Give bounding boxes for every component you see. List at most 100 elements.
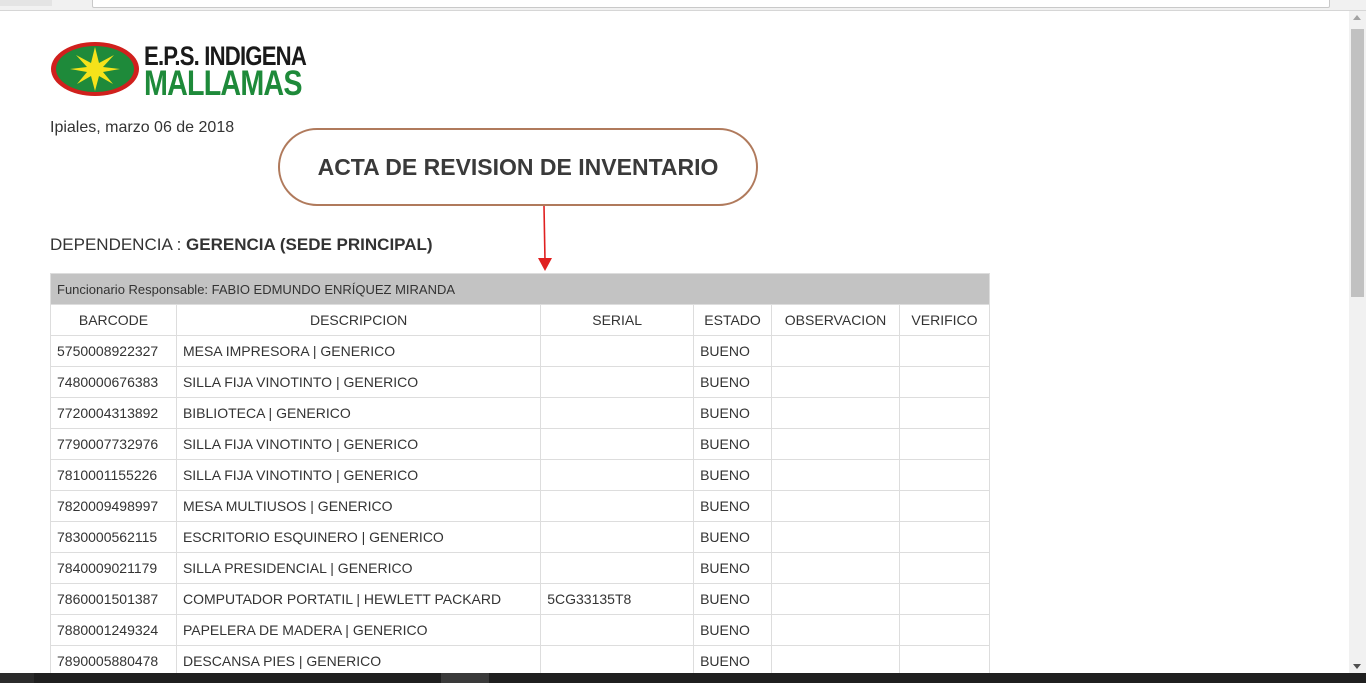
cell-serial	[540, 366, 695, 398]
cell-estado: BUENO	[693, 614, 773, 646]
cell-descripcion: SILLA FIJA VINOTINTO | GENERICO	[175, 428, 542, 460]
cell-estado: BUENO	[693, 335, 773, 367]
cell-serial	[540, 397, 695, 429]
responsible-cell: Funcionario Responsable: FABIO EDMUNDO E…	[50, 273, 990, 305]
cell-verifico	[898, 459, 991, 491]
cell-descripcion: MESA MULTIUSOS | GENERICO	[175, 490, 542, 522]
taskbar-active-app[interactable]	[441, 673, 489, 683]
cell-barcode: 7720004313892	[50, 397, 177, 429]
cell-descripcion: BIBLIOTECA | GENERICO	[175, 397, 542, 429]
cell-verifico	[898, 614, 991, 646]
cell-verifico	[898, 366, 991, 398]
table-row: 7810001155226 SILLA FIJA VINOTINTO | GENE…	[50, 459, 991, 491]
cell-observacion	[771, 366, 900, 398]
cell-serial	[540, 459, 695, 491]
cell-barcode: 5750008922327	[50, 335, 177, 367]
cell-descripcion: PAPELERA DE MADERA | GENERICO	[175, 614, 542, 646]
cell-serial	[540, 335, 695, 367]
cell-descripcion: DESCANSA PIES | GENERICO	[175, 645, 542, 677]
table-row: 7860001501387 COMPUTADOR PORTATIL | HEWLE…	[50, 583, 991, 615]
taskbar	[0, 673, 1366, 683]
table-row: 7480000676383 SILLA FIJA VINOTINTO | GENE…	[50, 366, 991, 398]
eps-logo: E.P.S. INDIGENA MALLAMAS	[50, 41, 307, 102]
cell-verifico	[898, 428, 991, 460]
cell-descripcion: SILLA FIJA VINOTINTO | GENERICO	[175, 366, 542, 398]
dependencia-label: DEPENDENCIA :	[50, 235, 182, 254]
cell-barcode: 7840009021179	[50, 552, 177, 584]
table-row: 7880001249324 PAPELERA DE MADERA | GENERI…	[50, 614, 991, 646]
cell-barcode: 7860001501387	[50, 583, 177, 615]
cell-descripcion: SILLA FIJA VINOTINTO | GENERICO	[175, 459, 542, 491]
table-row: 7820009498997 MESA MULTIUSOS | GENERICO BU…	[50, 490, 991, 522]
header-serial: SERIAL	[540, 304, 695, 336]
cell-serial	[540, 490, 695, 522]
cell-estado: BUENO	[693, 490, 773, 522]
scroll-up-icon[interactable]	[1353, 15, 1361, 20]
cell-serial	[540, 614, 695, 646]
cell-observacion	[771, 645, 900, 677]
cell-observacion	[771, 459, 900, 491]
header-barcode: BARCODE	[50, 304, 177, 336]
cell-descripcion: ESCRITORIO ESQUINERO | GENERICO	[175, 521, 542, 553]
cell-verifico	[898, 335, 991, 367]
vertical-scrollbar[interactable]	[1349, 11, 1366, 673]
cell-estado: BUENO	[693, 583, 773, 615]
table-row: 7830000562115 ESCRITORIO ESQUINERO | GENE…	[50, 521, 991, 553]
cell-observacion	[771, 335, 900, 367]
scroll-down-icon[interactable]	[1353, 664, 1361, 669]
cell-observacion	[771, 428, 900, 460]
header-observacion: OBSERVACION	[771, 304, 900, 336]
cell-observacion	[771, 397, 900, 429]
scrollbar-thumb[interactable]	[1351, 29, 1364, 297]
cell-barcode: 7890005880478	[50, 645, 177, 677]
cell-barcode: 7880001249324	[50, 614, 177, 646]
cell-verifico	[898, 583, 991, 615]
cell-estado: BUENO	[693, 645, 773, 677]
cell-verifico	[898, 645, 991, 677]
cell-descripcion: MESA IMPRESORA | GENERICO	[175, 335, 542, 367]
cell-estado: BUENO	[693, 428, 773, 460]
cell-serial	[540, 552, 695, 584]
table-row: 5750008922327 MESA IMPRESORA | GENERICO BU…	[50, 335, 991, 367]
browser-top-strip	[0, 0, 1366, 11]
cell-observacion	[771, 490, 900, 522]
date-line: Ipiales, marzo 06 de 2018	[50, 119, 235, 136]
cell-serial	[540, 521, 695, 553]
table-row: 7720004313892 BIBLIOTECA | GENERICO BUENO	[50, 397, 991, 429]
dependencia-line: DEPENDENCIA : GERENCIA (SEDE PRINCIPAL)	[50, 235, 433, 255]
cell-verifico	[898, 552, 991, 584]
header-estado: ESTADO	[693, 304, 773, 336]
header-verifico: VERIFICO	[898, 304, 991, 336]
cell-barcode: 7790007732976	[50, 428, 177, 460]
browser-tab[interactable]	[0, 0, 52, 6]
cell-descripcion: COMPUTADOR PORTATIL | HEWLETT PACKARD	[175, 583, 542, 615]
responsible-row: Funcionario Responsable: FABIO EDMUNDO E…	[50, 273, 990, 305]
table-row: 7840009021179 SILLA PRESIDENCIAL | GENERI…	[50, 552, 991, 584]
cell-descripcion: SILLA PRESIDENCIAL | GENERICO	[175, 552, 542, 584]
callout-arrow-icon	[538, 206, 552, 271]
cell-observacion	[771, 614, 900, 646]
cell-estado: BUENO	[693, 552, 773, 584]
cell-verifico	[898, 490, 991, 522]
table-row: 7890005880478 DESCANSA PIES | GENERICO BUE…	[50, 645, 991, 677]
cell-verifico	[898, 397, 991, 429]
header-descripcion: DESCRIPCION	[175, 304, 542, 336]
cell-barcode: 7480000676383	[50, 366, 177, 398]
cell-observacion	[771, 583, 900, 615]
document-title: ACTA DE REVISION DE INVENTARIO	[317, 153, 719, 180]
cell-observacion	[771, 521, 900, 553]
start-button[interactable]	[0, 673, 34, 683]
cell-estado: BUENO	[693, 397, 773, 429]
cell-serial: 5CG33135T8	[540, 583, 695, 615]
cell-estado: BUENO	[693, 366, 773, 398]
cell-barcode: 7820009498997	[50, 490, 177, 522]
cell-estado: BUENO	[693, 459, 773, 491]
cell-barcode: 7810001155226	[50, 459, 177, 491]
cell-serial	[540, 645, 695, 677]
logo-emblem-icon	[51, 42, 139, 96]
cell-observacion	[771, 552, 900, 584]
cell-verifico	[898, 521, 991, 553]
cell-serial	[540, 428, 695, 460]
title-callout: ACTA DE REVISION DE INVENTARIO	[278, 128, 758, 206]
address-bar[interactable]	[92, 0, 1330, 8]
